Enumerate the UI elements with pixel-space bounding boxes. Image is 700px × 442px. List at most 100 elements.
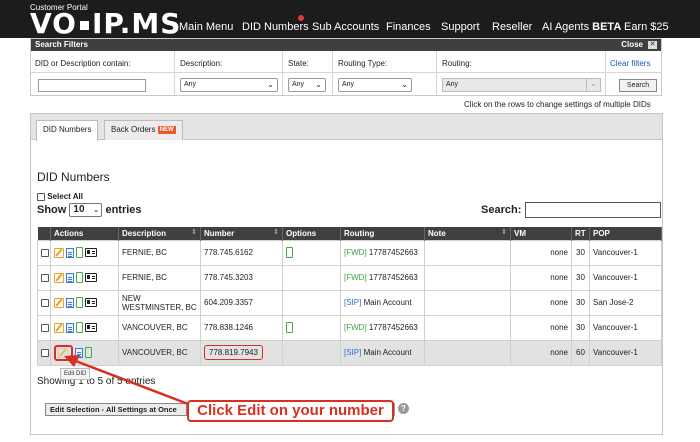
document-icon[interactable] [66,322,74,333]
edit-selection-button[interactable]: Edit Selection - All Settings at Once [45,403,187,416]
phone-icon[interactable] [76,272,83,283]
nav-sub-accounts[interactable]: Sub Accounts [312,21,379,33]
contact-card-icon[interactable] [85,248,97,257]
document-icon[interactable] [66,297,74,308]
chevron-down-icon: ⌄ [315,80,322,89]
table-row[interactable]: NEW WESTMINSTER, BC 604.209.3357 [SIP] M… [37,289,662,316]
clear-filters-link[interactable]: Clear filters [610,59,650,68]
nav-main-menu[interactable]: Main Menu [179,21,233,33]
table-row-highlighted[interactable]: VANCOUVER, BC 778.819.7943 [SIP] Main Ac… [37,339,662,366]
table-row[interactable]: FERNIE, BC 778.745.6162 [FWD] 1778745266… [37,239,662,266]
edit-icon[interactable] [54,297,64,308]
row-description: VANCOUVER, BC [118,339,201,366]
edit-icon[interactable] [58,347,68,358]
phone-icon[interactable] [76,322,83,333]
row-routing: [FWD] 17787452663 [340,264,425,291]
row-checkbox[interactable] [41,248,49,257]
filters-close-link[interactable]: Close [621,40,643,49]
showing-entries-text: Showing 1 to 5 of 5 entries [37,376,156,387]
row-vm: none [510,289,572,316]
help-icon[interactable]: ? [398,403,409,414]
phone-icon[interactable] [286,322,293,333]
routing-type-select[interactable]: Any ⌄ [338,78,412,92]
row-description: FERNIE, BC [118,239,201,266]
col-actions: Actions [50,227,119,240]
description-select[interactable]: Any ⌄ [180,78,278,92]
row-options [282,339,341,366]
phone-icon[interactable] [85,347,92,358]
filter-label-description-contains: DID or Description contain: [35,59,131,68]
search-button[interactable]: Search [619,79,657,92]
sort-icon: ⇕ [191,229,197,236]
tab-back-orders[interactable]: Back Orders NEW [104,120,183,140]
row-rt: 30 [571,314,590,341]
contact-card-icon[interactable] [85,323,97,332]
instruction-callout: Click Edit on your number [187,400,394,422]
row-options [282,289,341,316]
phone-icon[interactable] [76,247,83,258]
row-checkbox[interactable] [41,323,49,332]
nav-support[interactable]: Support [441,21,480,33]
edit-icon[interactable] [54,247,64,258]
row-checkbox[interactable] [41,273,49,282]
top-nav-bar: Customer Portal VO IP.MS Main Menu DID Nu… [0,0,700,38]
row-rt: 60 [571,339,590,366]
search-filters-title: Search Filters [35,40,88,49]
table-row[interactable]: FERNIE, BC 778.745.3203 [FWD] 1778745266… [37,264,662,291]
col-note[interactable]: Note ⇕ [424,227,511,240]
col-rt: RT [571,227,590,240]
row-note [424,314,511,341]
document-icon[interactable] [75,347,83,358]
edit-icon[interactable] [54,322,64,333]
col-options: Options [282,227,341,240]
state-select[interactable]: Any ⌄ [288,78,326,92]
row-vm: none [510,339,572,366]
nav-finances[interactable]: Finances [386,21,431,33]
tab-did-numbers[interactable]: DID Numbers [36,120,99,141]
nav-earn[interactable]: Earn $25 [624,21,669,33]
col-description[interactable]: Description ⇕ [118,227,201,240]
routing-select[interactable]: Any ⌄ [442,78,601,92]
edit-icon[interactable] [54,272,64,283]
table-row[interactable]: VANCOUVER, BC 778.838.1246 [FWD] 1778745… [37,314,662,341]
document-icon[interactable] [66,272,74,283]
contact-card-icon[interactable] [85,273,97,282]
sort-icon: ⇕ [501,229,507,236]
table-search-input[interactable] [525,202,661,218]
row-note [424,264,511,291]
column-divider [332,51,333,95]
column-divider [174,51,175,95]
description-contains-input[interactable] [38,79,146,92]
multi-edit-hint: Click on the rows to change settings of … [464,100,651,109]
phone-icon[interactable] [76,297,83,308]
chevron-down-icon: ⌄ [401,80,408,89]
edit-did-button-highlighted[interactable] [54,344,73,361]
tab-bar: DID Numbers Back Orders NEW [31,114,662,141]
row-pop: Vancouver-1 [589,239,662,266]
nav-ai-agents[interactable]: AI Agents BETA [542,21,621,33]
nav-reseller[interactable]: Reseller [492,21,532,33]
filter-label-routing-type: Routing Type: [338,59,388,68]
close-icon[interactable]: ✕ [648,41,657,49]
row-number: 778.745.6162 [200,239,283,266]
row-routing: [FWD] 17787452663 [340,314,425,341]
page-title: DID Numbers [37,170,110,184]
nav-did-numbers[interactable]: DID Numbers [242,21,309,33]
row-options [282,264,341,291]
col-number[interactable]: Number ⇕ [200,227,283,240]
contact-card-icon[interactable] [85,298,97,307]
select-all-checkbox[interactable] [37,192,45,201]
row-number: 604.209.3357 [200,289,283,316]
filter-label-state: State: [288,59,309,68]
row-rt: 30 [571,289,590,316]
row-checkbox[interactable] [41,298,49,307]
filter-label-routing: Routing: [442,59,472,68]
row-description: NEW WESTMINSTER, BC [118,289,201,316]
page-length-select[interactable]: 10 ⌄ [69,203,103,217]
column-divider [282,51,283,95]
phone-icon[interactable] [286,247,293,258]
row-number: 778.838.1246 [200,314,283,341]
voipms-logo[interactable]: VO IP.MS [30,10,181,38]
row-checkbox[interactable] [41,348,49,357]
document-icon[interactable] [66,247,74,258]
